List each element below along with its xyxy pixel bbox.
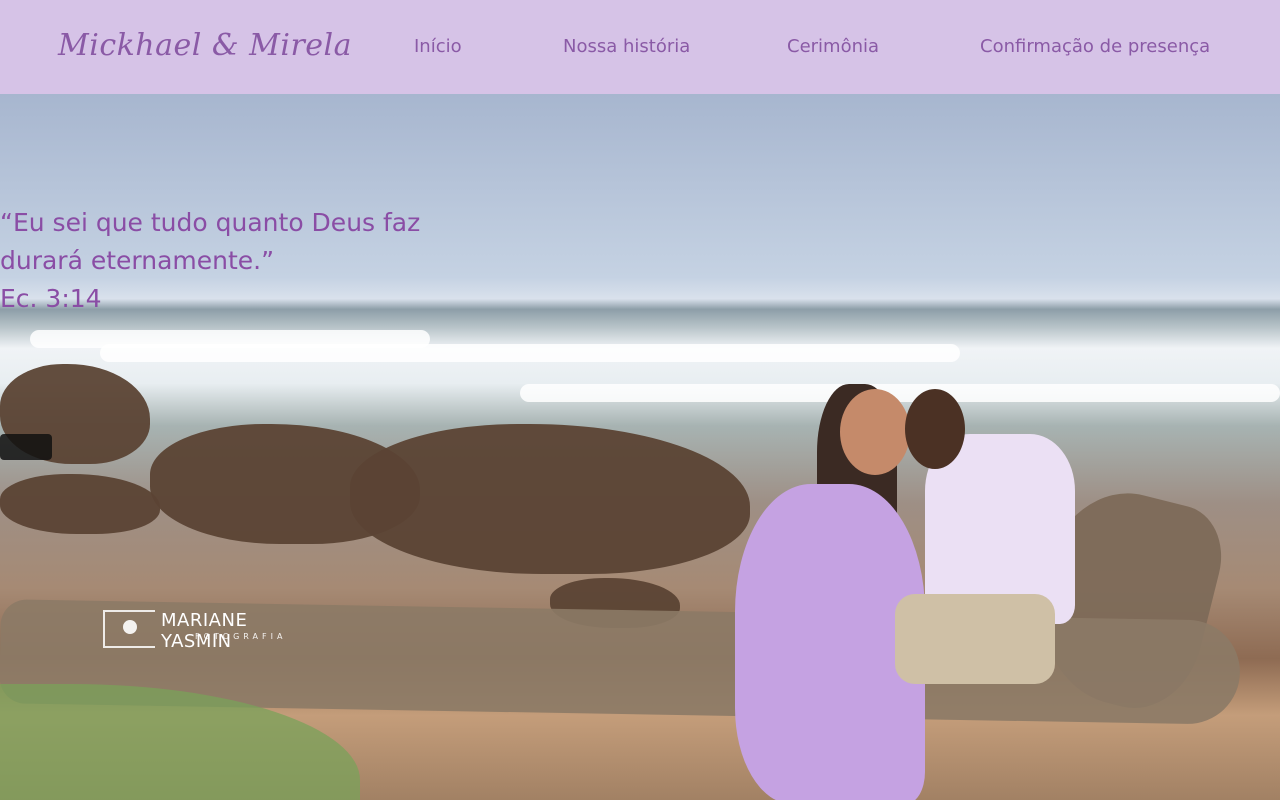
menu-item-cerimonia[interactable]: Cerimônia xyxy=(787,36,879,57)
couple-photo xyxy=(725,384,1075,800)
rock xyxy=(350,424,750,574)
rock xyxy=(0,474,160,534)
hero-quote: “Eu sei que tudo quanto Deus faz durará … xyxy=(0,204,470,318)
camera-icon xyxy=(123,620,137,634)
photographer-watermark: MARIANE YASMIN FOTOGRAFIA xyxy=(103,610,303,652)
quote-reference: Ec. 3:14 xyxy=(0,284,102,313)
site-logo[interactable]: Mickhael & Mirela xyxy=(58,28,352,63)
carousel-control[interactable] xyxy=(0,434,52,460)
menu-item-confirmacao[interactable]: Confirmação de presença xyxy=(980,36,1210,57)
wave-foam xyxy=(100,344,960,362)
menu-item-nossa-historia[interactable]: Nossa história xyxy=(563,36,690,57)
menu-item-inicio[interactable]: Início xyxy=(414,36,462,57)
top-navigation-bar: Mickhael & Mirela Início Nossa história … xyxy=(0,0,1280,94)
hero-photo: MARIANE YASMIN FOTOGRAFIA xyxy=(0,94,1280,800)
quote-line-1: “Eu sei que tudo quanto Deus faz xyxy=(0,208,421,237)
quote-line-2: durará eternamente.” xyxy=(0,246,275,275)
